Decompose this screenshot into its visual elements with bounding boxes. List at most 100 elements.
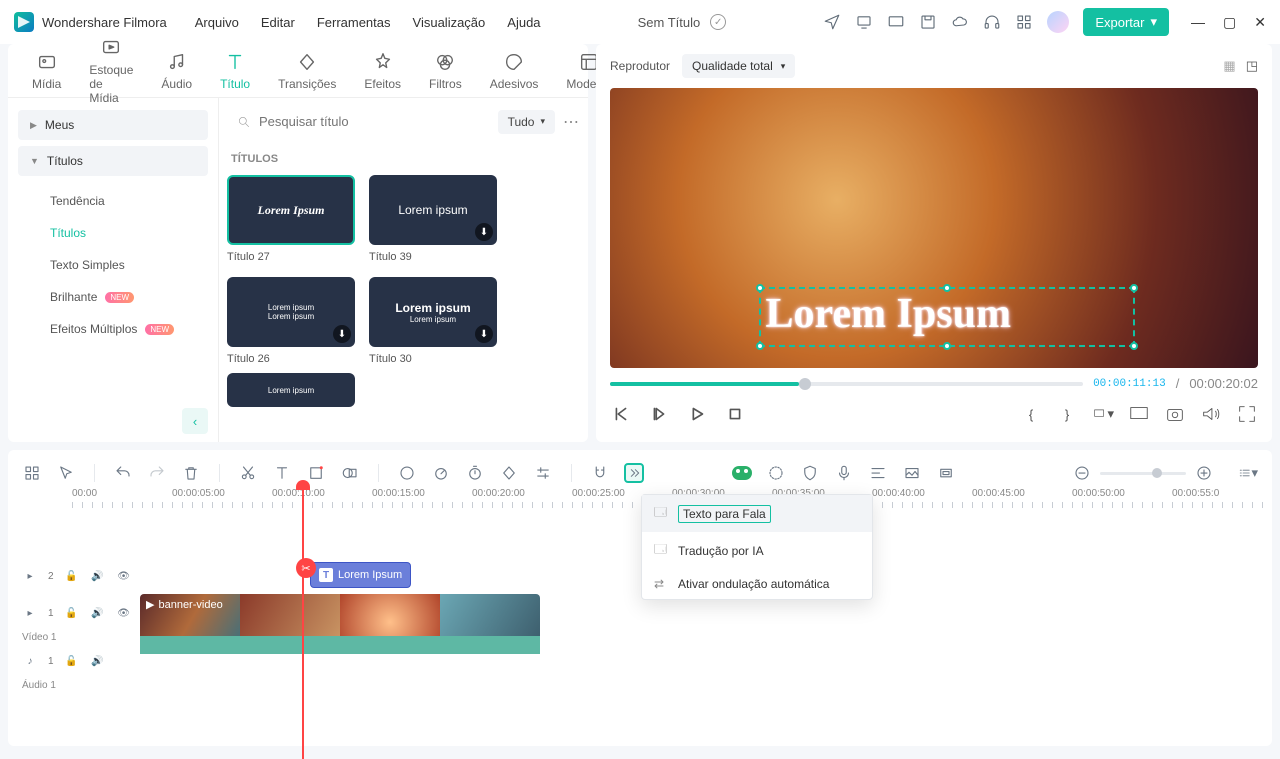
volume-icon[interactable] <box>1200 403 1222 425</box>
asset-item[interactable]: Lorem ipsumLorem ipsum⬇ Título 30 <box>369 277 497 365</box>
audio-strip[interactable] <box>140 636 540 654</box>
prev-frame-icon[interactable] <box>610 403 632 425</box>
title-clip[interactable]: TLorem Ipsum <box>310 562 411 588</box>
device-icon[interactable] <box>855 13 873 31</box>
menu-help[interactable]: Ajuda <box>507 15 540 30</box>
lock-icon[interactable]: 🔓 <box>64 606 80 622</box>
tab-effects[interactable]: Efeitos <box>350 51 415 91</box>
zoom-slider[interactable] <box>1100 472 1186 475</box>
track-video2-icon[interactable]: ▸ <box>22 568 38 584</box>
selection-bounds[interactable] <box>759 287 1135 347</box>
zoom-out-icon[interactable] <box>1072 463 1092 483</box>
cursor-icon[interactable] <box>56 463 76 483</box>
asset-item[interactable]: Lorem Ipsum Título 27 <box>227 175 355 263</box>
stop-icon[interactable] <box>724 403 746 425</box>
snapshot-icon[interactable] <box>1164 403 1186 425</box>
close-button[interactable]: ✕ <box>1254 14 1266 31</box>
track-audio-icon[interactable]: ♪ <box>22 654 38 670</box>
maximize-button[interactable]: ▢ <box>1223 14 1236 31</box>
subtitle-icon[interactable] <box>868 463 888 483</box>
eye-icon[interactable]: 👁 <box>116 606 132 622</box>
ai-pill-icon[interactable] <box>732 466 752 480</box>
category-meus[interactable]: ▶Meus <box>18 110 208 140</box>
menu-tools[interactable]: Ferramentas <box>317 15 391 30</box>
fullscreen-icon[interactable] <box>1236 403 1258 425</box>
export-button[interactable]: Exportar▾ <box>1083 8 1169 36</box>
shield-icon[interactable] <box>800 463 820 483</box>
progress-bar[interactable] <box>610 382 1083 386</box>
quality-dropdown[interactable]: Qualidade total▾ <box>682 54 795 78</box>
lock-icon[interactable]: 🔓 <box>64 568 80 584</box>
sidebar-item-plain[interactable]: Texto Simples <box>18 250 208 280</box>
track-video1-icon[interactable]: ▸ <box>22 606 38 622</box>
menu-edit[interactable]: Editar <box>261 15 295 30</box>
expand-tools-icon[interactable] <box>624 463 644 483</box>
tab-stickers[interactable]: Adesivos <box>476 51 553 91</box>
speed-icon[interactable] <box>431 463 451 483</box>
sidebar-item-multi[interactable]: Efeitos MúltiplosNEW <box>18 314 208 344</box>
sidebar-item-trend[interactable]: Tendência <box>18 186 208 216</box>
step-back-icon[interactable] <box>648 403 670 425</box>
list-icon[interactable]: ▾ <box>1238 463 1258 483</box>
eye-icon[interactable]: 👁 <box>116 568 132 584</box>
image-view-icon[interactable]: ◳ <box>1246 58 1258 74</box>
zoom-in-icon[interactable] <box>1194 463 1214 483</box>
sidebar-item-shiny[interactable]: BrilhanteNEW <box>18 282 208 312</box>
menu-translate[interactable]: 🗔Tradução por IA <box>642 532 872 569</box>
mute-icon[interactable]: 🔊 <box>90 654 106 670</box>
tab-transitions[interactable]: Transições <box>264 51 350 91</box>
menu-view[interactable]: Visualização <box>413 15 486 30</box>
clip-view-icon[interactable]: ▾ <box>1092 403 1114 425</box>
menu-tts[interactable]: 🗔Texto para Fala <box>642 495 872 532</box>
keyframe-icon[interactable] <box>499 463 519 483</box>
delete-icon[interactable] <box>181 463 201 483</box>
tab-filters[interactable]: Filtros <box>415 51 476 91</box>
brace-close-icon[interactable]: } <box>1056 403 1078 425</box>
brace-open-icon[interactable]: { <box>1020 403 1042 425</box>
search-input[interactable] <box>259 114 480 129</box>
cloud-icon[interactable] <box>951 13 969 31</box>
more-icon[interactable]: ⋯ <box>563 112 580 132</box>
tab-title[interactable]: Título <box>206 51 264 91</box>
cut-handle-icon[interactable]: ✂ <box>296 558 316 578</box>
avatar-icon[interactable] <box>1047 11 1069 33</box>
color-icon[interactable] <box>397 463 417 483</box>
frame-icon[interactable] <box>936 463 956 483</box>
magnet-icon[interactable] <box>590 463 610 483</box>
headset-icon[interactable] <box>983 13 1001 31</box>
video-preview[interactable]: Lorem Ipsum <box>610 88 1258 368</box>
screen-icon[interactable] <box>1128 403 1150 425</box>
save-icon[interactable] <box>919 13 937 31</box>
menu-file[interactable]: Arquivo <box>195 15 239 30</box>
tab-stock[interactable]: Estoque de Mídia <box>75 37 147 105</box>
sparkle-circle-icon[interactable] <box>766 463 786 483</box>
asset-item[interactable]: Lorem ipsum <box>227 373 355 407</box>
category-titulos[interactable]: ▼Títulos <box>18 146 208 176</box>
minimize-button[interactable]: — <box>1191 14 1205 31</box>
tab-media[interactable]: Mídia <box>18 51 75 91</box>
layout-icon[interactable] <box>22 463 42 483</box>
timer-icon[interactable] <box>465 463 485 483</box>
adjust-icon[interactable] <box>533 463 553 483</box>
text-icon[interactable] <box>272 463 292 483</box>
asset-item[interactable]: Lorem ipsum⬇ Título 39 <box>369 175 497 263</box>
asset-item[interactable]: Lorem ipsumLorem ipsum⬇ Título 26 <box>227 277 355 365</box>
grid-view-icon[interactable]: ▦ <box>1223 58 1235 74</box>
apps-icon[interactable] <box>1015 13 1033 31</box>
menu-ripple[interactable]: ⇄Ativar ondulação automática <box>642 569 872 599</box>
sidebar-item-titulos[interactable]: Títulos <box>18 218 208 248</box>
tab-audio[interactable]: Áudio <box>147 51 206 91</box>
sidebar-collapse-icon[interactable]: ‹ <box>182 408 208 434</box>
undo-icon[interactable] <box>113 463 133 483</box>
mask-icon[interactable] <box>340 463 360 483</box>
redo-icon[interactable] <box>147 463 167 483</box>
screen-icon[interactable] <box>887 13 905 31</box>
send-icon[interactable] <box>823 13 841 31</box>
mic-icon[interactable] <box>834 463 854 483</box>
playhead[interactable] <box>302 484 304 759</box>
play-icon[interactable] <box>686 403 708 425</box>
filter-dropdown[interactable]: Tudo▾ <box>498 110 555 134</box>
mute-icon[interactable]: 🔊 <box>90 606 106 622</box>
cut-icon[interactable] <box>238 463 258 483</box>
lock-icon[interactable]: 🔓 <box>64 654 80 670</box>
